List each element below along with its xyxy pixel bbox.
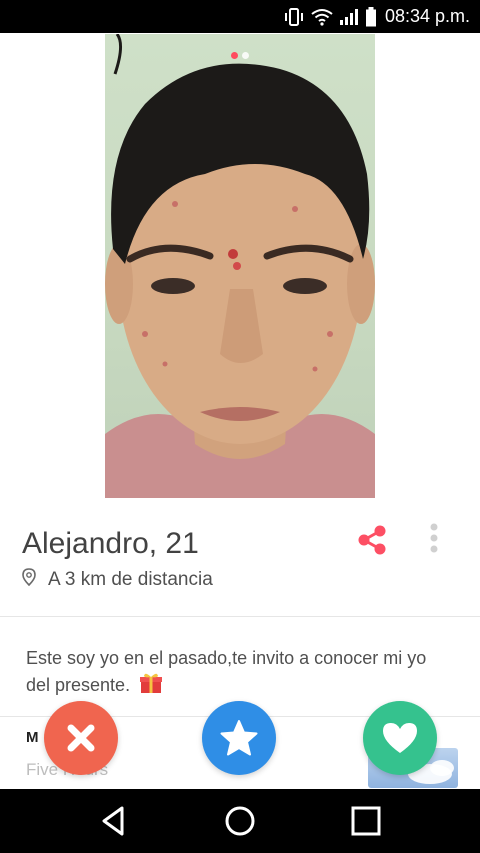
profile-header: Alejandro, 21 bbox=[22, 527, 199, 561]
status-bar: 08:34 p.m. bbox=[0, 0, 480, 33]
location-pin-icon bbox=[22, 568, 36, 591]
bio-text: Este soy yo en el pasado,te invito a con… bbox=[26, 648, 427, 695]
status-icons: 08:34 p.m. bbox=[283, 0, 470, 33]
photo-dot bbox=[242, 52, 249, 59]
home-button[interactable] bbox=[222, 803, 258, 839]
photo-dot-active bbox=[231, 52, 238, 59]
heart-icon bbox=[383, 723, 417, 753]
section-title: M bbox=[26, 729, 39, 746]
share-button[interactable] bbox=[354, 522, 390, 558]
navigation-bar bbox=[0, 789, 480, 853]
superlike-button[interactable] bbox=[202, 701, 276, 775]
divider bbox=[0, 616, 480, 617]
back-icon bbox=[102, 806, 124, 836]
back-button[interactable] bbox=[96, 803, 132, 839]
more-options-button[interactable] bbox=[424, 522, 444, 556]
profile-photo-illustration bbox=[105, 34, 375, 498]
status-time: 08:34 p.m. bbox=[384, 6, 470, 26]
profile-name-age: Alejandro, 21 bbox=[22, 527, 199, 560]
more-vertical-icon bbox=[430, 523, 438, 553]
close-icon bbox=[67, 724, 95, 752]
nope-button[interactable] bbox=[44, 701, 118, 775]
photo-pagination bbox=[105, 52, 375, 59]
battery-icon bbox=[365, 6, 377, 27]
bio: Este soy yo en el pasado,te invito a con… bbox=[26, 645, 446, 702]
recents-button[interactable] bbox=[348, 803, 384, 839]
signal-icon bbox=[339, 8, 359, 26]
distance-text: A 3 km de distancia bbox=[48, 568, 213, 590]
star-icon bbox=[220, 720, 258, 756]
recents-icon bbox=[351, 806, 381, 836]
distance-row: A 3 km de distancia bbox=[22, 568, 213, 591]
profile-photo[interactable] bbox=[105, 34, 375, 498]
home-icon bbox=[225, 806, 255, 836]
gift-icon bbox=[139, 672, 163, 702]
vibrate-icon bbox=[283, 7, 305, 27]
share-icon bbox=[358, 525, 386, 555]
like-button[interactable] bbox=[363, 701, 437, 775]
wifi-icon bbox=[311, 8, 333, 26]
